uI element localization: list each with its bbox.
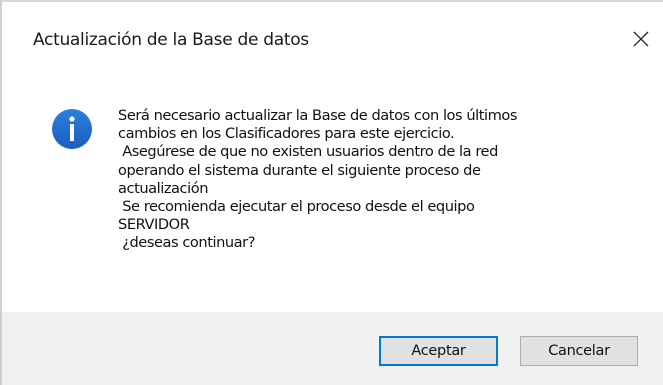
dialog-content: Será necesario actualizar la Base de dat…: [2, 84, 663, 312]
message-line: actualización: [118, 179, 208, 197]
dialog-titlebar: Actualización de la Base de datos: [2, 2, 663, 84]
dialog-message: Será necesario actualizar la Base de dat…: [118, 107, 638, 253]
info-icon: [52, 109, 92, 149]
close-icon: [633, 31, 649, 47]
dialog-title: Actualización de la Base de datos: [33, 30, 309, 50]
message-line: Asegúrese de que no existen usuarios den…: [118, 143, 498, 161]
message-dialog: Actualización de la Base de datos Será n…: [0, 0, 663, 385]
dialog-button-bar: Aceptar Cancelar: [2, 312, 663, 385]
message-line: Se recomienda ejecutar el proceso desde …: [118, 198, 475, 216]
message-line: cambios en los Clasificadores para este …: [118, 125, 455, 143]
message-line: SERVIDOR: [118, 216, 190, 234]
message-line: Será necesario actualizar la Base de dat…: [118, 107, 518, 124]
accept-button[interactable]: Aceptar: [379, 336, 498, 366]
message-line: ¿deseas continuar?: [118, 234, 256, 252]
close-button[interactable]: [621, 20, 661, 58]
message-line: operando el sistema durante el siguiente…: [118, 161, 481, 179]
cancel-button[interactable]: Cancelar: [520, 336, 638, 366]
